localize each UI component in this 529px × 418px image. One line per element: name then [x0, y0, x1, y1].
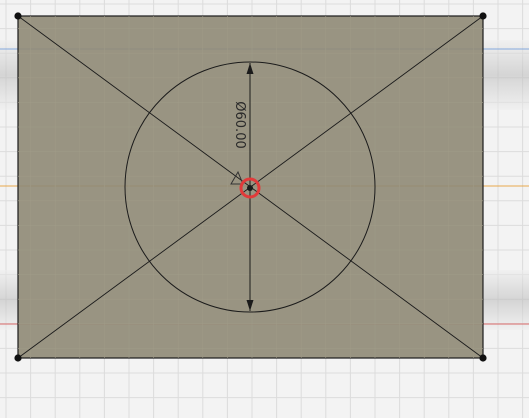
sketch-canvas[interactable]: Ø60.00	[0, 0, 529, 418]
vertex-point-icon[interactable]	[14, 354, 22, 362]
vertex-point-icon[interactable]	[479, 354, 487, 362]
sketch-viewport[interactable]: Ø60.00	[0, 0, 529, 418]
vertex-point-icon[interactable]	[479, 12, 487, 20]
vertex-point-icon[interactable]	[14, 12, 22, 20]
dimension-label[interactable]: Ø60.00	[232, 101, 247, 148]
